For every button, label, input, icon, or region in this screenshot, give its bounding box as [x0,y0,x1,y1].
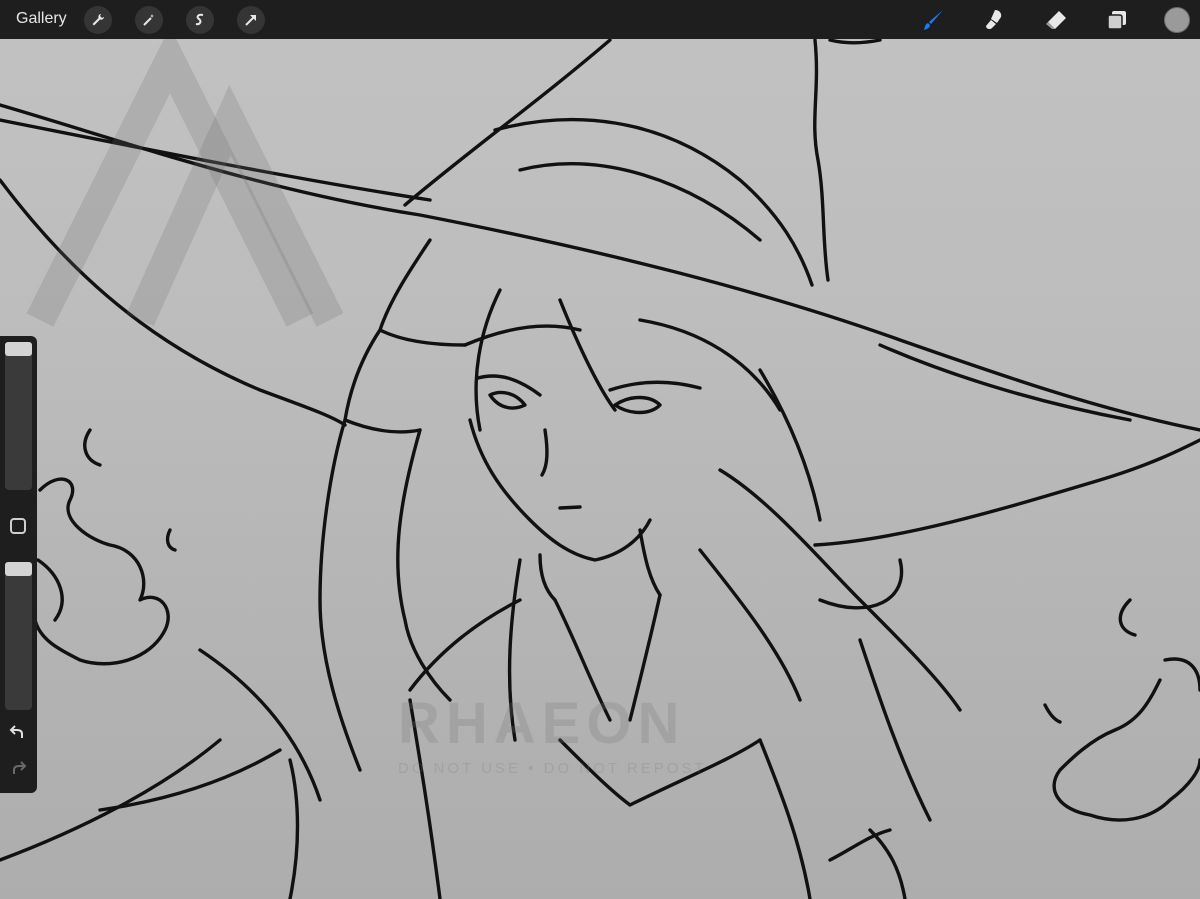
wrench-icon[interactable] [84,6,112,34]
line-art-drawing [0,38,1200,899]
gallery-button[interactable]: Gallery [16,10,67,28]
brush-icon[interactable] [919,5,949,35]
top-toolbar: Gallery [0,0,1200,39]
undo-icon[interactable] [8,724,28,742]
sidebar [0,336,37,793]
brush-size-thumb[interactable] [5,342,32,356]
transform-arrow-icon[interactable] [237,6,265,34]
magic-wand-icon[interactable] [135,6,163,34]
brush-size-slider[interactable] [5,342,32,490]
drawing-canvas[interactable]: RHAEON DO NOT USE • DO NOT REPOST [0,0,1200,899]
opacity-slider[interactable] [5,562,32,710]
selection-icon[interactable] [186,6,214,34]
modify-button[interactable] [10,518,26,534]
redo-icon[interactable] [8,760,28,778]
eraser-icon[interactable] [1041,5,1071,35]
smudge-icon[interactable] [979,5,1009,35]
color-picker-button[interactable] [1164,7,1190,33]
layers-icon[interactable] [1102,5,1132,35]
opacity-thumb[interactable] [5,562,32,576]
